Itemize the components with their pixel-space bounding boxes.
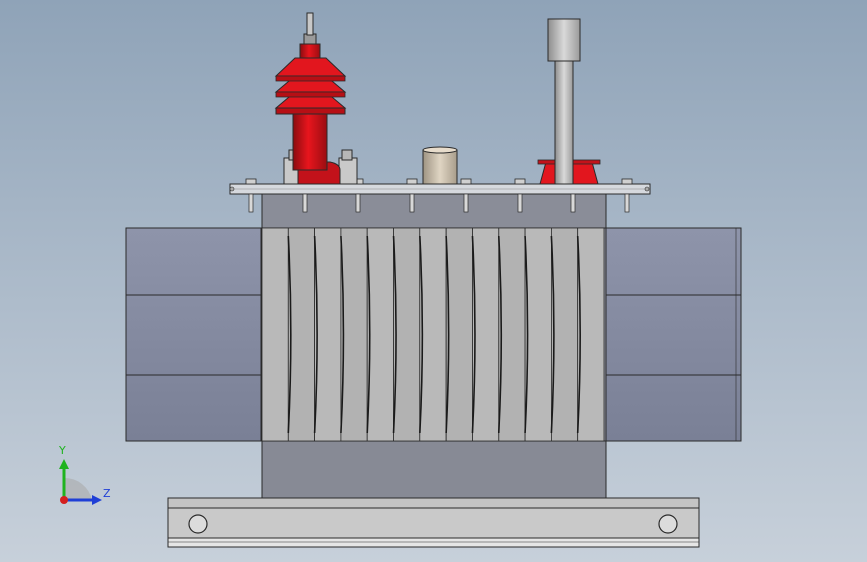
- fin-panel: [287, 227, 315, 442]
- fin-panel: [261, 227, 289, 442]
- hv-bushing[interactable]: [274, 12, 358, 185]
- right-radiator-bank: [605, 227, 742, 442]
- lid-bolt-nut: [460, 178, 472, 185]
- lid-bolt-nut: [245, 178, 257, 185]
- fin-panel: [472, 227, 500, 442]
- skid-hole-left: [188, 514, 208, 534]
- fin-panel: [445, 227, 473, 442]
- lid-end-bolt: [644, 186, 650, 192]
- left-radiator-bank: [125, 227, 262, 442]
- lid-bolt-stud: [302, 193, 308, 213]
- fin-panel: [393, 227, 421, 442]
- lid-bolt-stud: [355, 193, 361, 213]
- triad-origin: [60, 496, 68, 504]
- fin-panel: [340, 227, 368, 442]
- lid-bolt-stud: [624, 193, 630, 213]
- skid-hole-right: [658, 514, 678, 534]
- lid-bolt-nut: [406, 178, 418, 185]
- fin-panel: [551, 227, 579, 442]
- fin-panel: [577, 227, 605, 442]
- lid-bolt-nut: [621, 178, 633, 185]
- fin-panel: [498, 227, 526, 442]
- lid-end-bolt: [229, 186, 235, 192]
- lid-bolt-stud: [463, 193, 469, 213]
- triad-y-label: Y: [58, 444, 66, 457]
- oil-filler-cap[interactable]: [422, 146, 458, 185]
- cad-3d-viewport[interactable]: Y Z: [0, 0, 867, 562]
- orientation-triad: Y Z: [58, 444, 111, 505]
- lid-bolt-stud: [517, 193, 523, 213]
- bushing-clamp-right: [338, 149, 358, 185]
- lv-bushing[interactable]: [537, 18, 601, 185]
- lid-bolt-stud: [409, 193, 415, 213]
- lid-bolt-nut: [514, 178, 526, 185]
- fin-panel: [524, 227, 552, 442]
- fin-panel: [419, 227, 447, 442]
- fin-panel: [314, 227, 342, 442]
- lid-bolt-stud: [248, 193, 254, 213]
- corrugated-fins: [261, 227, 605, 442]
- lid-bolt-stud: [570, 193, 576, 213]
- fin-panel: [366, 227, 394, 442]
- base-skid: [167, 497, 700, 548]
- triad-z-label: Z: [103, 487, 111, 500]
